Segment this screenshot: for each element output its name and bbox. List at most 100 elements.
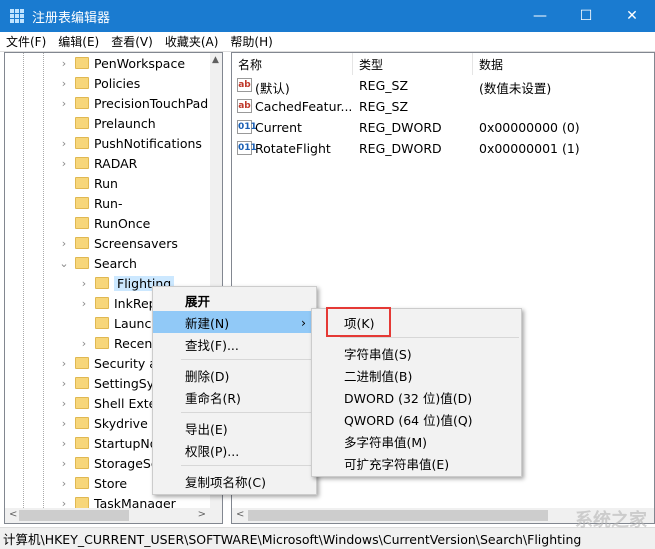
- tree-item-label: Security a: [94, 355, 157, 371]
- tree-item-label: RADAR: [94, 155, 138, 171]
- tree-item[interactable]: › Recent: [79, 333, 157, 353]
- value-row[interactable]: ab CachedFeatur... REG_SZ: [232, 96, 654, 117]
- menu-help[interactable]: 帮助(H): [224, 33, 278, 50]
- column-data[interactable]: 数据: [473, 53, 654, 75]
- tree-item-label: PrecisionTouchPad: [94, 95, 209, 111]
- submenu-item-multi-string-value[interactable]: 多字符串值(M): [312, 430, 521, 452]
- minimize-button[interactable]: —: [517, 0, 563, 32]
- tree-item[interactable]: › PrecisionTouchPad: [59, 93, 208, 113]
- expand-chevron-icon[interactable]: ›: [79, 337, 89, 350]
- folder-icon: [75, 437, 89, 449]
- folder-icon: [75, 237, 89, 249]
- value-data: 0x00000000 (0): [479, 120, 580, 135]
- menu-separator: [181, 359, 314, 360]
- expand-chevron-icon[interactable]: ›: [59, 417, 69, 430]
- tree-item[interactable]: Run-: [59, 193, 122, 213]
- folder-icon: [75, 257, 89, 269]
- tree-item-label: Recent: [114, 335, 158, 351]
- value-row[interactable]: 011 Current REG_DWORD 0x00000000 (0): [232, 117, 654, 138]
- tree-item[interactable]: RunOnce: [59, 213, 150, 233]
- value-name: CachedFeatur...: [255, 99, 353, 114]
- tree-item[interactable]: › Policies: [59, 73, 140, 93]
- context-menu: 展开 新建(N) › 查找(F)... 删除(D) 重命名(R) 导出(E) 权限…: [152, 286, 317, 495]
- tree-item[interactable]: › RADAR: [59, 153, 138, 173]
- expand-chevron-icon[interactable]: ›: [59, 57, 69, 70]
- tree-item[interactable]: › InkRep: [79, 293, 157, 313]
- column-type[interactable]: 类型: [353, 53, 473, 75]
- tree-item-label: Prelaunch: [94, 115, 156, 131]
- menu-item-expand[interactable]: 展开: [153, 289, 316, 311]
- tree-item-label: Shell Exte: [94, 395, 157, 411]
- menu-separator: [181, 412, 314, 413]
- tree-item[interactable]: › SettingSyn: [59, 373, 162, 393]
- watermark: 系统之家: [575, 510, 647, 531]
- string-value-icon: ab: [237, 78, 252, 92]
- expand-chevron-icon[interactable]: ›: [59, 77, 69, 90]
- tree-item-label: InkRep: [114, 295, 157, 311]
- menu-item-delete[interactable]: 删除(D): [153, 364, 316, 386]
- menu-item-rename[interactable]: 重命名(R): [153, 386, 316, 408]
- expand-chevron-icon[interactable]: ›: [79, 297, 89, 310]
- menu-item-new-label: 新建(N): [185, 315, 230, 331]
- expand-chevron-icon[interactable]: ›: [59, 457, 69, 470]
- menu-favorites[interactable]: 收藏夹(A): [159, 33, 225, 50]
- menu-item-copy-key-name[interactable]: 复制项名称(C): [153, 470, 316, 492]
- tree-item[interactable]: Run: [59, 173, 118, 193]
- folder-icon: [75, 457, 89, 469]
- tree-item-label: Run: [94, 175, 118, 191]
- tree-horizontal-scrollbar[interactable]: < >: [5, 508, 222, 523]
- menu-item-export[interactable]: 导出(E): [153, 417, 316, 439]
- maximize-button[interactable]: ☐: [563, 0, 609, 32]
- tree-item[interactable]: › Store: [59, 473, 127, 493]
- folder-icon: [75, 217, 89, 229]
- folder-icon: [75, 177, 89, 189]
- tree-item[interactable]: › Skydrive: [59, 413, 148, 433]
- menu-item-new[interactable]: 新建(N) ›: [153, 311, 316, 333]
- tree-item[interactable]: › Security a: [59, 353, 157, 373]
- highlight-box: [326, 307, 391, 337]
- close-button[interactable]: ✕: [609, 0, 655, 32]
- tree-item[interactable]: Prelaunch: [59, 113, 156, 133]
- expand-chevron-icon[interactable]: ›: [59, 477, 69, 490]
- menu-edit[interactable]: 编辑(E): [52, 33, 105, 50]
- folder-icon: [75, 97, 89, 109]
- submenu-item-string-value[interactable]: 字符串值(S): [312, 342, 521, 364]
- expand-chevron-icon[interactable]: ›: [59, 377, 69, 390]
- tree-item[interactable]: › StorageSe: [59, 453, 159, 473]
- value-type: REG_DWORD: [359, 141, 442, 156]
- tree-item[interactable]: › StartupNo: [59, 433, 158, 453]
- tree-item[interactable]: Launch: [79, 313, 159, 333]
- tree-guide: [23, 53, 24, 508]
- tree-item[interactable]: ⌄ Search: [59, 253, 137, 273]
- expand-chevron-icon[interactable]: ›: [59, 97, 69, 110]
- expand-chevron-icon[interactable]: ›: [59, 437, 69, 450]
- tree-item[interactable]: › PushNotifications: [59, 133, 202, 153]
- expand-chevron-icon[interactable]: ›: [59, 157, 69, 170]
- value-row[interactable]: 011 RotateFlight REG_DWORD 0x00000001 (1): [232, 138, 654, 159]
- expand-chevron-icon[interactable]: ›: [59, 357, 69, 370]
- column-name[interactable]: 名称: [232, 53, 353, 75]
- menu-item-find[interactable]: 查找(F)...: [153, 333, 316, 355]
- folder-icon: [75, 377, 89, 389]
- folder-icon: [75, 477, 89, 489]
- folder-icon: [75, 397, 89, 409]
- submenu-item-qword-value[interactable]: QWORD (64 位)值(Q): [312, 408, 521, 430]
- expand-chevron-icon[interactable]: ›: [59, 237, 69, 250]
- expand-chevron-icon[interactable]: ›: [59, 137, 69, 150]
- value-row[interactable]: ab (默认) REG_SZ (数值未设置): [232, 75, 654, 96]
- menu-view[interactable]: 查看(V): [105, 33, 159, 50]
- submenu-item-dword-value[interactable]: DWORD (32 位)值(D): [312, 386, 521, 408]
- menu-item-permissions[interactable]: 权限(P)...: [153, 439, 316, 461]
- expand-chevron-icon[interactable]: ›: [59, 397, 69, 410]
- tree-item[interactable]: › Screensavers: [59, 233, 178, 253]
- menu-file[interactable]: 文件(F): [0, 33, 52, 50]
- expand-chevron-icon[interactable]: ›: [79, 277, 89, 290]
- value-name: (默认): [255, 81, 290, 96]
- tree-item-label: PenWorkspace: [94, 55, 186, 71]
- submenu-item-binary-value[interactable]: 二进制值(B): [312, 364, 521, 386]
- submenu-item-expandable-string-value[interactable]: 可扩充字符串值(E): [312, 452, 521, 474]
- tree-item[interactable]: › PenWorkspace: [59, 53, 185, 73]
- expand-chevron-icon[interactable]: ⌄: [59, 257, 69, 270]
- tree-item[interactable]: › Shell Exte: [59, 393, 157, 413]
- menu-separator: [340, 337, 519, 338]
